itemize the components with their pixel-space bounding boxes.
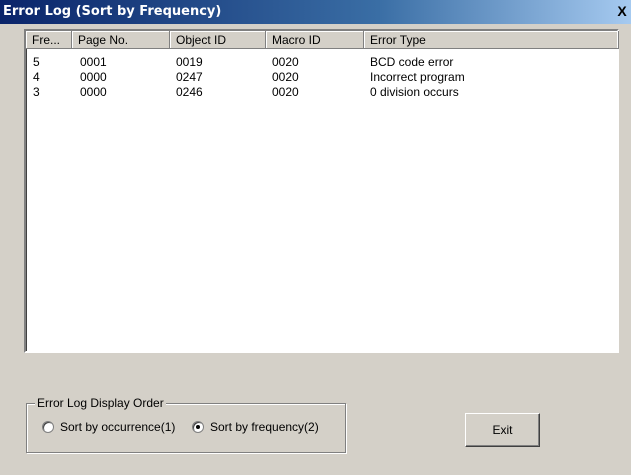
- radio-frequency-circle[interactable]: [192, 421, 204, 433]
- cell-frequency: 5: [33, 55, 40, 69]
- radio-occurrence-circle[interactable]: [42, 421, 54, 433]
- exit-button[interactable]: Exit: [465, 413, 540, 447]
- column-header-macro-id[interactable]: Macro ID: [266, 31, 364, 49]
- error-log-list[interactable]: Fre... Page No. Object ID Macro ID Error…: [24, 29, 619, 353]
- display-order-group: Error Log Display Order Sort by occurren…: [26, 396, 346, 453]
- cell-macro-id: 0020: [272, 85, 299, 99]
- display-order-label: Error Log Display Order: [35, 396, 166, 410]
- cell-macro-id: 0020: [272, 55, 299, 69]
- cell-page-no: 0000: [80, 70, 107, 84]
- cell-error-type: Incorrect program: [370, 70, 465, 84]
- radio-sort-by-frequency[interactable]: Sort by frequency(2): [192, 419, 319, 435]
- cell-frequency: 3: [33, 85, 40, 99]
- close-icon[interactable]: X: [615, 3, 629, 19]
- table-row[interactable]: 4 0000 0247 0020 Incorrect program: [26, 70, 617, 85]
- table-row[interactable]: 5 0001 0019 0020 BCD code error: [26, 55, 617, 70]
- column-header-page-no[interactable]: Page No.: [72, 31, 170, 49]
- cell-object-id: 0019: [176, 55, 203, 69]
- cell-object-id: 0247: [176, 70, 203, 84]
- radio-frequency-label[interactable]: Sort by frequency(2): [210, 420, 319, 434]
- column-header-object-id[interactable]: Object ID: [170, 31, 266, 49]
- radio-occurrence-label[interactable]: Sort by occurrence(1): [60, 420, 175, 434]
- cell-page-no: 0000: [80, 85, 107, 99]
- list-header: Fre... Page No. Object ID Macro ID Error…: [26, 31, 619, 49]
- cell-macro-id: 0020: [272, 70, 299, 84]
- column-header-frequency[interactable]: Fre...: [26, 31, 72, 49]
- cell-object-id: 0246: [176, 85, 203, 99]
- window-title: Error Log (Sort by Frequency): [3, 4, 222, 19]
- radio-sort-by-occurrence[interactable]: Sort by occurrence(1): [42, 419, 175, 435]
- cell-error-type: 0 division occurs: [370, 85, 459, 99]
- radio-selected-dot: [196, 425, 200, 429]
- cell-page-no: 0001: [80, 55, 107, 69]
- cell-error-type: BCD code error: [370, 55, 454, 69]
- title-bar[interactable]: Error Log (Sort by Frequency) X: [0, 0, 631, 24]
- table-row[interactable]: 3 0000 0246 0020 0 division occurs: [26, 85, 617, 100]
- cell-frequency: 4: [33, 70, 40, 84]
- column-header-error-type[interactable]: Error Type: [364, 31, 619, 49]
